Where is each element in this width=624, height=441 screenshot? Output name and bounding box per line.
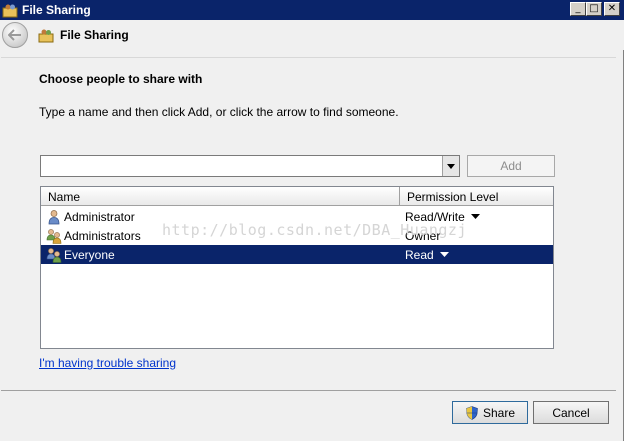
trouble-sharing-link[interactable]: I'm having trouble sharing — [39, 356, 176, 370]
list-row-everyone[interactable]: Everyone Read — [41, 245, 553, 264]
cancel-button[interactable]: Cancel — [533, 401, 609, 424]
name-combobox[interactable] — [40, 155, 460, 177]
group-icon — [46, 247, 62, 263]
row-name: Everyone — [64, 247, 115, 262]
file-sharing-icon — [38, 27, 54, 43]
user-icon — [46, 209, 62, 225]
back-arrow-icon — [8, 29, 21, 41]
close-button[interactable]: ✕ — [604, 2, 620, 16]
minimize-button[interactable]: _ — [570, 2, 586, 16]
instruction-text: Type a name and then click Add, or click… — [39, 105, 399, 119]
column-header-name[interactable]: Name — [41, 187, 400, 206]
share-button[interactable]: Share — [452, 401, 528, 424]
file-sharing-app-icon — [2, 2, 18, 18]
permission-label: Owner — [400, 229, 553, 243]
list-row-administrator[interactable]: Administrator Read/Write — [41, 207, 553, 226]
group-icon — [46, 228, 62, 244]
dropdown-arrow-button[interactable] — [442, 156, 459, 176]
add-button[interactable]: Add — [467, 155, 555, 177]
back-button[interactable] — [2, 22, 28, 48]
row-name: Administrator — [64, 209, 135, 224]
permission-dropdown[interactable]: Read/Write — [400, 210, 553, 224]
row-permission: Owner — [405, 228, 441, 243]
share-label: Share — [482, 405, 516, 420]
wizard-header: File Sharing — [0, 20, 624, 50]
maximize-button[interactable]: □ — [586, 2, 602, 16]
chevron-down-icon — [470, 214, 480, 219]
uac-shield-icon — [465, 405, 479, 420]
row-permission: Read — [405, 247, 434, 262]
row-permission: Read/Write — [405, 209, 465, 224]
window-title: File Sharing — [22, 3, 91, 17]
list-header: Name Permission Level — [41, 187, 553, 206]
name-input[interactable] — [41, 156, 442, 176]
row-name: Administrators — [64, 228, 141, 243]
sharing-list[interactable]: Name Permission Level Administrator Read… — [40, 186, 554, 349]
title-bar[interactable]: File Sharing _ □ ✕ — [0, 0, 624, 20]
permission-dropdown[interactable]: Read — [400, 248, 553, 262]
chevron-down-icon — [447, 163, 455, 169]
column-header-permission[interactable]: Permission Level — [400, 187, 553, 206]
list-row-administrators[interactable]: Administrators Owner — [41, 226, 553, 245]
chevron-down-icon — [439, 252, 449, 257]
page-heading: Choose people to share with — [39, 72, 203, 86]
header-title: File Sharing — [60, 28, 129, 42]
file-sharing-window: File Sharing _ □ ✕ File Sharing Choose p… — [0, 0, 624, 441]
